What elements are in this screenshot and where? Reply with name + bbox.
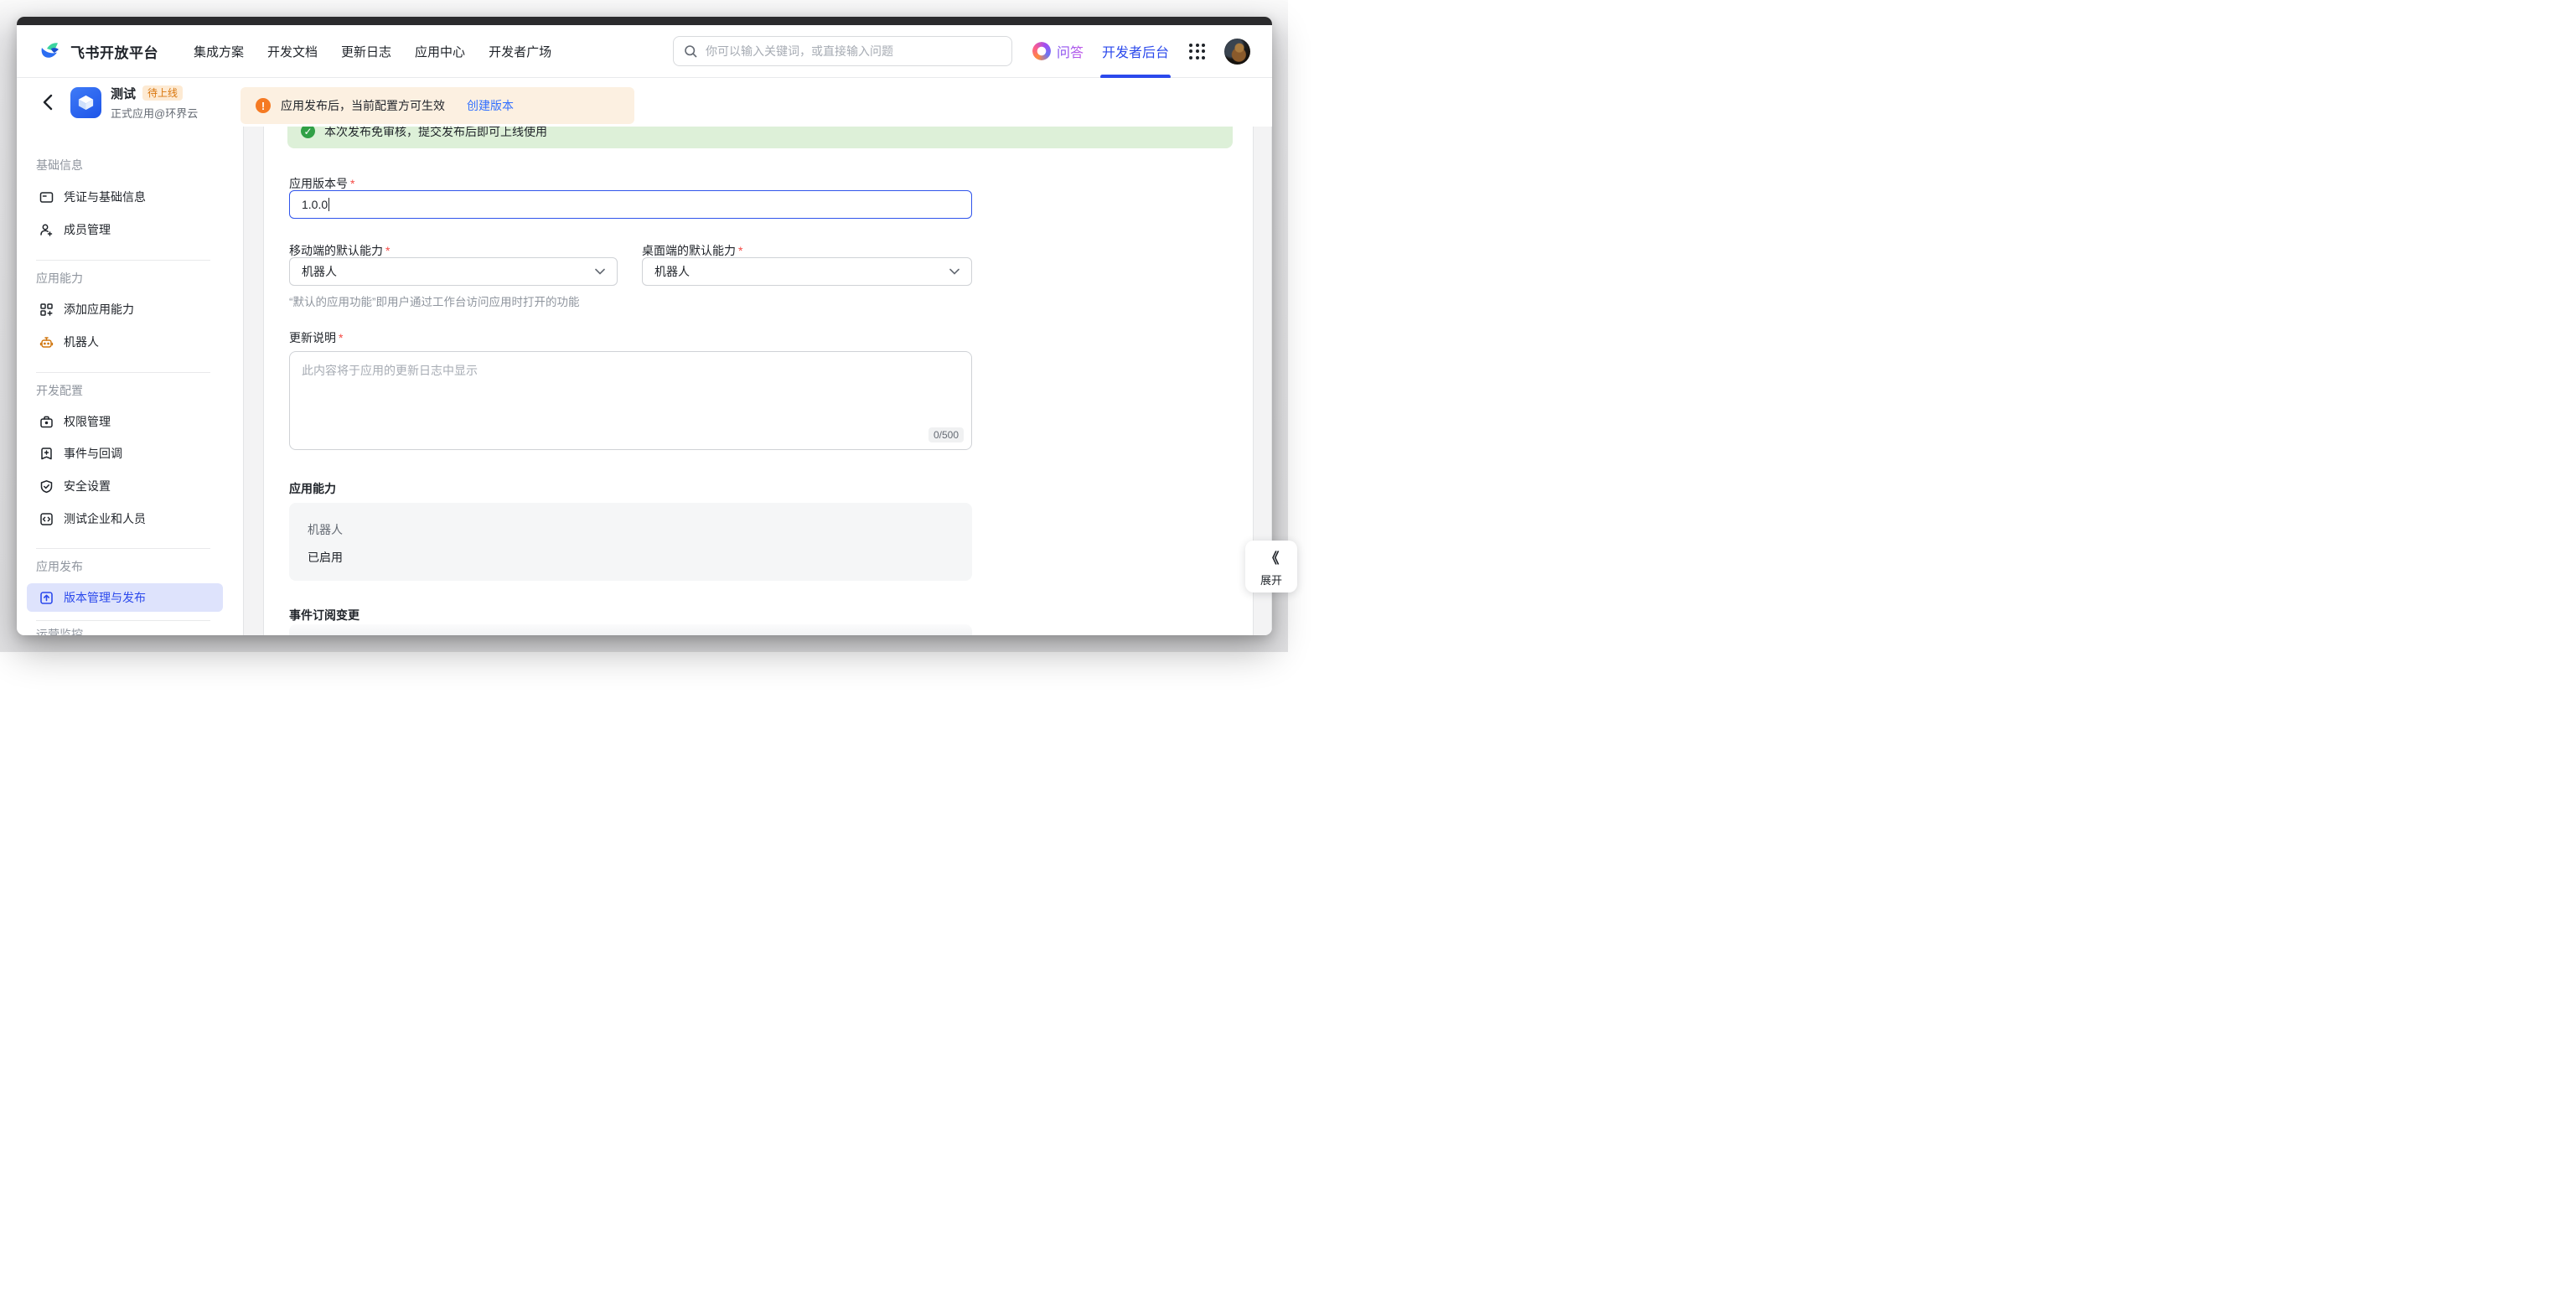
chevron-down-icon [595,268,605,275]
event-section-heading: 事件订阅变更 [289,607,360,624]
app-header: 测试 待上线 正式应用@环界云 ! 应用发布后，当前配置方可生效 创建版本 [17,78,1272,127]
window-titlebar [17,17,1272,25]
brand-logo[interactable]: 飞书开放平台 [40,41,158,62]
briefcase-icon [39,415,54,429]
version-label: 应用版本号* [289,175,354,192]
id-card-icon [39,190,54,204]
desktop-background: 飞书开放平台 集成方案 开发文档 更新日志 应用中心 开发者广场 你可以输入关键… [0,0,1288,652]
warning-text: 应用发布后，当前配置方可生效 [281,97,445,114]
sidebar-item-add-capability[interactable]: 添加应用能力 [27,295,223,323]
nav-menu: 集成方案 开发文档 更新日志 应用中心 开发者广场 [194,43,551,60]
create-version-link[interactable]: 创建版本 [467,97,514,114]
sidebar-divider [36,620,210,621]
sidebar-item-members[interactable]: 成员管理 [27,215,223,244]
event-summary-card-partial [289,624,972,635]
success-banner: ✓ 本次发布免审核，提交发布后即可上线使用 [287,127,1233,148]
robot-icon [39,335,54,349]
app-name: 测试 [111,85,136,102]
sidebar: 基础信息 凭证与基础信息 [17,127,243,635]
capability-name: 机器人 [308,521,954,538]
sidebar-divider [36,548,210,549]
mobile-capability-label: 移动端的默认能力* [289,242,390,259]
publish-warning-banner: ! 应用发布后，当前配置方可生效 创建版本 [241,87,634,124]
sidebar-item-permissions[interactable]: 权限管理 [27,407,223,436]
qna-ring-icon [1032,42,1051,60]
capability-section-heading: 应用能力 [289,480,336,497]
desktop-capability-label: 桌面端的默认能力* [642,242,742,259]
feishu-logo-icon [40,41,63,62]
code-square-icon [39,512,54,526]
warning-icon: ! [256,98,271,113]
developer-console-link[interactable]: 开发者后台 [1102,41,1169,61]
char-counter: 0/500 [928,427,964,442]
shield-check-icon [39,479,54,494]
sidebar-item-test-org[interactable]: 测试企业和人员 [27,505,223,533]
top-nav: 飞书开放平台 集成方案 开发文档 更新日志 应用中心 开发者广场 你可以输入关键… [17,25,1272,78]
capability-summary-card: 机器人 已启用 [289,503,972,581]
success-check-icon: ✓ [301,127,315,138]
brand-name: 飞书开放平台 [70,41,158,62]
sidebar-section-release: 应用发布 [36,558,83,575]
qna-label: 问答 [1057,41,1084,61]
desktop-capability-select[interactable]: 机器人 [642,257,972,286]
nav-item-app-center[interactable]: 应用中心 [415,43,465,60]
expand-label: 展开 [1260,572,1282,587]
sidebar-section-dev-config: 开发配置 [36,382,83,399]
publish-arrow-icon [39,591,54,605]
sidebar-section-capabilities: 应用能力 [36,270,83,287]
double-chevron-left-icon: 《 [1265,546,1278,567]
chevron-down-icon [949,268,960,275]
sidebar-divider [36,372,210,373]
sidebar-section-basic-info: 基础信息 [36,157,83,173]
person-add-icon [39,223,54,237]
mobile-capability-select[interactable]: 机器人 [289,257,618,286]
user-avatar[interactable] [1224,39,1250,65]
apps-grid-icon[interactable] [1189,44,1205,60]
expand-panel-button[interactable]: 《 展开 [1245,541,1297,592]
app-subtitle: 正式应用@环界云 [111,105,198,121]
sidebar-scrollbar-track[interactable] [243,127,264,635]
app-icon [70,87,101,118]
browser-window: 飞书开放平台 集成方案 开发文档 更新日志 应用中心 开发者广场 你可以输入关键… [17,17,1272,635]
sidebar-divider [36,260,210,261]
status-badge: 待上线 [142,85,183,101]
capability-helper-text: “默认的应用功能”即用户通过工作台访问应用时打开的功能 [289,292,580,309]
release-notes-label: 更新说明* [289,329,343,346]
release-notes-placeholder: 此内容将于应用的更新日志中显示 [302,362,960,379]
search-input[interactable]: 你可以输入关键词，或直接输入问题 [673,36,1012,66]
version-input[interactable]: 1.0.0 [289,190,972,219]
search-icon [684,44,698,59]
text-caret [328,198,329,211]
grid-plus-icon [39,303,54,317]
capability-status: 已启用 [308,549,954,566]
nav-item-solutions[interactable]: 集成方案 [194,43,244,60]
nav-item-changelog[interactable]: 更新日志 [341,43,391,60]
sidebar-section-monitoring: 运营监控 [36,626,83,635]
sidebar-item-version-release[interactable]: 版本管理与发布 [27,583,223,612]
search-placeholder: 你可以输入关键词，或直接输入问题 [706,43,893,60]
bookmark-plus-icon [39,447,54,461]
release-notes-textarea[interactable]: 此内容将于应用的更新日志中显示 0/500 [289,351,972,450]
sidebar-item-security[interactable]: 安全设置 [27,472,223,500]
app-titles: 测试 待上线 正式应用@环界云 [111,85,198,121]
main-content: ✓ 本次发布免审核，提交发布后即可上线使用 应用版本号* 1.0.0 移动端的默… [264,127,1253,635]
sidebar-item-credentials[interactable]: 凭证与基础信息 [27,183,223,211]
back-button[interactable] [42,94,60,111]
sidebar-item-events-callbacks[interactable]: 事件与回调 [27,439,223,468]
success-text: 本次发布免审核，提交发布后即可上线使用 [324,127,547,140]
sidebar-item-bot[interactable]: 机器人 [27,328,223,356]
nav-item-docs[interactable]: 开发文档 [267,43,318,60]
nav-item-marketplace[interactable]: 开发者广场 [489,43,551,60]
qna-link[interactable]: 问答 [1032,41,1084,61]
